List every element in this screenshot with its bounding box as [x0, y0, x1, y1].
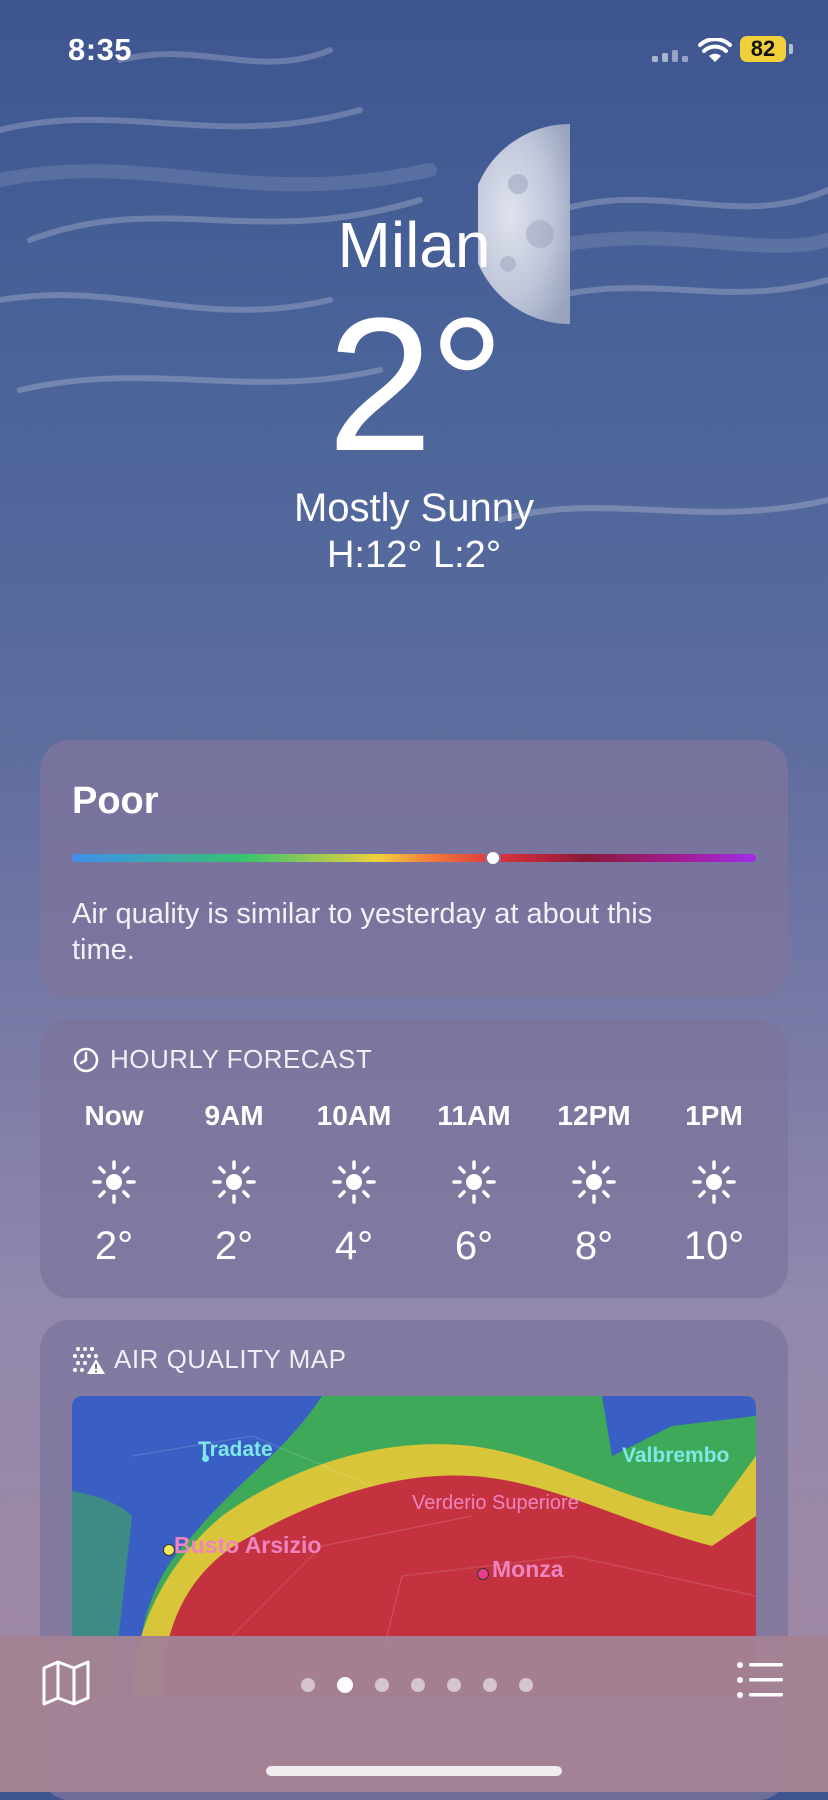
page-dot[interactable] [301, 1678, 315, 1692]
hour-item: 9AM 2° [178, 1100, 290, 1269]
hour-item: Now 2° [58, 1100, 170, 1269]
hour-temp: 10° [683, 1224, 745, 1268]
hour-temp: 4° [334, 1224, 374, 1268]
sun-icon [298, 1158, 410, 1206]
hour-item: 10AM 4° [298, 1100, 410, 1269]
current-temperature: 2° [327, 279, 505, 491]
cellular-signal-icon [652, 50, 688, 62]
hour-time: 9AM [204, 1100, 264, 1131]
map-pin-monza [477, 1568, 489, 1580]
hour-temp: 2° [214, 1224, 254, 1268]
status-time: 8:35 [68, 32, 133, 67]
air-quality-map-title: AIR QUALITY MAP [114, 1344, 347, 1374]
hour-item: 11AM 6° [418, 1100, 530, 1269]
sun-icon [58, 1158, 170, 1206]
air-quality-alert-icon [73, 1346, 105, 1374]
page-dot[interactable] [447, 1678, 461, 1692]
weather-condition: Mostly Sunny [293, 486, 535, 530]
hour-temp: 8° [574, 1224, 614, 1268]
page-indicator[interactable] [290, 1677, 544, 1693]
hour-time: 1PM [685, 1100, 743, 1131]
air-quality-scale-bar [72, 854, 756, 862]
hourly-forecast-title: HOURLY FORECAST [110, 1044, 373, 1074]
wifi-icon [698, 38, 732, 62]
hourly-forecast-card[interactable]: HOURLY FORECAST Now 2° 9AM 2° 10AM 4° 11… [40, 1020, 788, 1298]
air-quality-description: Air quality is similar to yesterday at a… [72, 898, 653, 966]
map-pin-tradate [202, 1455, 209, 1462]
hour-time: 10AM [316, 1100, 392, 1131]
hour-time: Now [84, 1100, 144, 1131]
home-indicator[interactable] [266, 1766, 562, 1776]
hour-item: 1PM 10° [658, 1100, 770, 1269]
map-icon[interactable] [40, 1656, 92, 1708]
map-label-verderio: Verderio Superiore [412, 1492, 579, 1514]
hourly-forecast-list: Now 2° 9AM 2° 10AM 4° 11AM 6° 12PM 8° 1P… [58, 1100, 770, 1269]
status-bar: 8:35 82 [0, 30, 828, 70]
map-label-monza: Monza [492, 1556, 564, 1582]
page-dot[interactable] [519, 1678, 533, 1692]
sun-icon [658, 1158, 770, 1206]
clock-icon [73, 1047, 99, 1072]
air-quality-indicator [484, 850, 501, 866]
hourly-forecast-header: HOURLY FORECAST [72, 1044, 372, 1075]
list-icon[interactable] [736, 1660, 784, 1700]
map-label-busto: Busto Arsizio [174, 1532, 322, 1558]
city-name: Milan [337, 209, 491, 281]
hour-item: 12PM 8° [538, 1100, 650, 1269]
sun-icon [178, 1158, 290, 1206]
map-label-tradate: Tradate [198, 1438, 273, 1461]
air-quality-level: Poor [72, 780, 159, 822]
air-quality-card[interactable]: Poor Air quality is similar to yesterday… [40, 740, 788, 998]
sun-icon [538, 1158, 650, 1206]
page-dot[interactable] [337, 1677, 353, 1693]
hour-time: 11AM [437, 1100, 511, 1131]
sun-icon [418, 1158, 530, 1206]
page-dot[interactable] [483, 1678, 497, 1692]
air-quality-map-header: AIR QUALITY MAP [72, 1344, 346, 1375]
hour-time: 12PM [557, 1100, 631, 1131]
map-label-valbrembo: Valbrembo [622, 1444, 730, 1467]
hour-temp: 2° [94, 1224, 134, 1268]
high-low-temperature: H:12° L:2° [326, 534, 502, 576]
page-dot[interactable] [411, 1678, 425, 1692]
page-dot[interactable] [375, 1678, 389, 1692]
battery-indicator: 82 [740, 36, 786, 62]
battery-cap [789, 44, 793, 54]
hour-temp: 6° [454, 1224, 494, 1268]
map-pin-busto [163, 1544, 175, 1556]
